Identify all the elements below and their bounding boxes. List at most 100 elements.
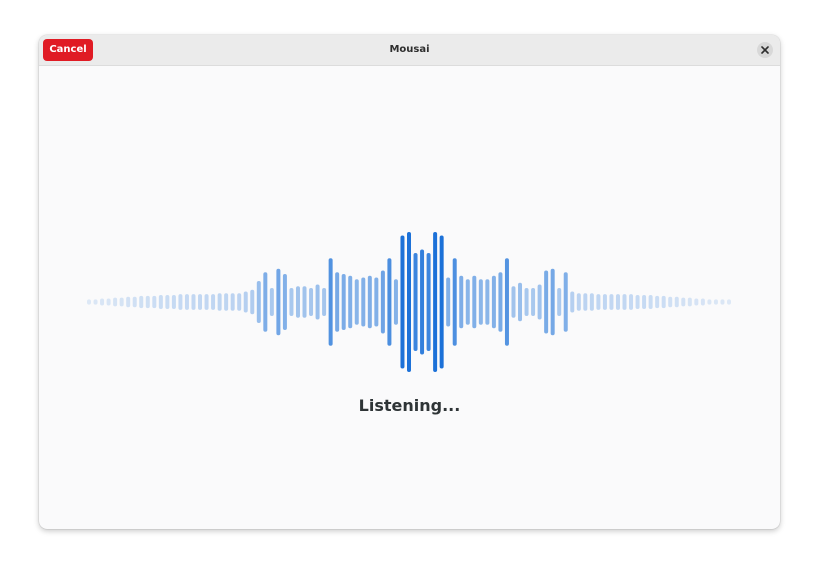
waveform-bar <box>309 288 314 316</box>
waveform-bar <box>472 275 477 329</box>
waveform-bar <box>289 288 294 316</box>
waveform-bar <box>380 270 385 334</box>
waveform-bar <box>158 295 163 309</box>
waveform-bar <box>407 232 411 372</box>
waveform-bar <box>217 293 222 311</box>
waveform-bar <box>250 289 255 315</box>
waveform-bar <box>348 275 353 329</box>
waveform-bar <box>295 286 300 318</box>
waveform-bar <box>230 293 235 311</box>
waveform-bar <box>302 286 307 318</box>
waveform-bar <box>459 275 464 329</box>
waveform-bar <box>465 279 470 325</box>
waveform-bar <box>727 299 731 305</box>
waveform-bar <box>694 298 699 306</box>
waveform-bar <box>602 294 607 310</box>
waveform-bar <box>707 299 712 305</box>
waveform-bar <box>687 297 692 307</box>
waveform-bar <box>576 293 581 311</box>
waveform-bar <box>589 293 594 311</box>
waveform-bar <box>433 232 438 372</box>
waveform-bar <box>243 291 248 313</box>
waveform-bar <box>648 295 653 309</box>
close-button[interactable] <box>757 42 773 58</box>
waveform-bar <box>596 294 601 310</box>
waveform-bar <box>511 286 516 318</box>
waveform-bar <box>629 294 634 310</box>
waveform-bar <box>720 299 725 305</box>
waveform-bar <box>563 272 568 332</box>
waveform-bar <box>544 270 549 334</box>
waveform-bar <box>191 294 196 310</box>
waveform-bar <box>413 253 418 351</box>
waveform-bar <box>126 296 131 308</box>
waveform-bar <box>439 235 444 369</box>
waveform-bar <box>537 284 542 320</box>
waveform-bar <box>204 294 209 310</box>
waveform-bar <box>557 288 562 316</box>
waveform-bar <box>354 279 359 325</box>
app-window: Cancel Mousai Listening... <box>39 35 780 529</box>
waveform-bar <box>635 295 640 309</box>
waveform-bar <box>622 294 627 310</box>
waveform-bar <box>400 235 405 369</box>
waveform-bar <box>132 296 137 308</box>
waveform-bar <box>93 299 98 305</box>
waveform-bar <box>361 277 366 327</box>
waveform-bar <box>713 299 718 305</box>
waveform-bar <box>269 288 274 316</box>
waveform-bar <box>282 274 287 330</box>
main-content: Listening... <box>39 66 780 529</box>
waveform-bar <box>119 297 124 307</box>
waveform-bar <box>550 268 555 336</box>
waveform-bar <box>700 298 705 306</box>
waveform-bar <box>237 293 242 311</box>
waveform-bar <box>531 288 536 316</box>
waveform-bar <box>615 294 620 310</box>
waveform-bar <box>491 275 496 329</box>
waveform-bar <box>165 295 170 309</box>
header-bar: Cancel Mousai <box>39 35 780 66</box>
waveform-bar <box>661 295 666 309</box>
waveform-bar <box>178 294 183 310</box>
waveform-bar <box>498 272 503 332</box>
waveform-bar <box>256 281 261 323</box>
waveform-bar <box>446 277 451 327</box>
waveform-bar <box>570 291 575 313</box>
waveform-bar <box>655 295 660 309</box>
waveform-bar <box>145 295 150 309</box>
waveform-bar <box>322 288 327 316</box>
waveform-bar <box>328 258 333 346</box>
waveform-bar <box>393 279 398 325</box>
waveform-bar <box>485 279 490 325</box>
waveform-bar <box>478 279 483 325</box>
waveform-bar <box>504 258 509 346</box>
waveform-bar <box>198 294 203 310</box>
waveform-bar <box>171 295 176 309</box>
waveform-bar <box>452 258 457 346</box>
waveform-bar <box>263 272 268 332</box>
listening-status: Listening... <box>358 396 461 415</box>
cancel-button[interactable]: Cancel <box>43 39 93 61</box>
waveform-bar <box>335 272 340 332</box>
waveform-bar <box>387 258 392 346</box>
waveform-bar <box>374 277 379 327</box>
waveform-bar <box>315 284 320 320</box>
waveform-bar <box>668 296 673 308</box>
waveform-bar <box>276 268 281 336</box>
waveform-bar <box>87 299 91 305</box>
waveform-bar <box>341 274 346 330</box>
waveform-bar <box>426 253 431 351</box>
audio-waveform <box>87 232 731 372</box>
waveform-bar <box>139 295 144 309</box>
waveform-bar <box>609 294 614 310</box>
waveform-bar <box>674 296 679 308</box>
waveform-bar <box>642 295 647 309</box>
waveform-bar <box>184 294 189 310</box>
waveform-bar <box>583 293 588 311</box>
waveform-bar <box>106 298 111 306</box>
waveform-bar <box>367 275 372 329</box>
waveform-bar <box>518 282 523 322</box>
waveform-bar <box>420 249 425 355</box>
waveform-bar <box>113 297 118 307</box>
